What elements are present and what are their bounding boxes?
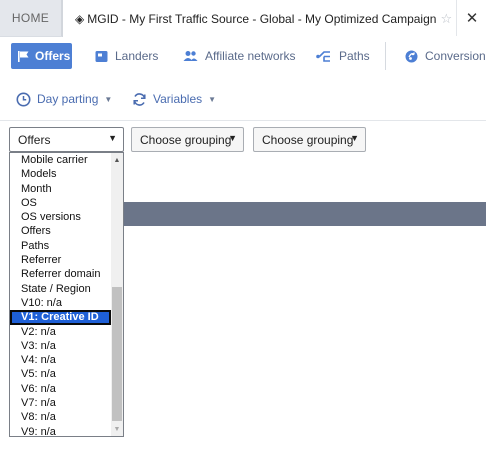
nav-conversions[interactable]: Conversions [405, 43, 486, 69]
dropdown-option[interactable]: V4: n/a [10, 353, 111, 367]
dropdown-option[interactable]: Mobile carrier [10, 153, 111, 167]
dropdown-option[interactable]: V7: n/a [10, 396, 111, 410]
grouping-select-3-value: Choose grouping [262, 132, 354, 147]
chevron-down-icon: ▼ [350, 133, 359, 143]
dropdown-option[interactable]: Paths [10, 239, 111, 253]
day-parting-dropdown[interactable]: Day parting ▼ [16, 88, 112, 110]
dropdown-option[interactable]: Models [10, 167, 111, 181]
dropdown-option[interactable]: Offers [10, 224, 111, 238]
tab-campaign-label: MGID - My First Traffic Source - Global … [87, 11, 437, 26]
grouping-dropdown-list: Mobile carrier Models Month OS OS versions Of… [9, 152, 124, 437]
flag-icon [17, 50, 30, 63]
scroll-up-icon[interactable]: ▲ [111, 154, 123, 166]
dropdown-option[interactable]: State / Region [10, 282, 111, 296]
filter-bar: Day parting ▼ Variables ▼ [0, 78, 486, 121]
chevron-down-icon: ▼ [228, 133, 237, 143]
nav-offers-button[interactable]: Offers [11, 43, 72, 69]
dropdown-option[interactable]: OS [10, 196, 111, 210]
dropdown-option[interactable]: V6: n/a [10, 382, 111, 396]
day-parting-label: Day parting [37, 92, 99, 106]
nav-paths-label: Paths [339, 49, 370, 63]
nav-conversions-label: Conversions [425, 49, 486, 63]
paths-icon [316, 50, 332, 63]
conversions-icon [405, 50, 418, 63]
dropdown-option[interactable]: V5: n/a [10, 367, 111, 381]
nav-paths[interactable]: Paths [316, 43, 370, 69]
dropdown-option[interactable]: V3: n/a [10, 339, 111, 353]
dropdown-option[interactable]: V2: n/a [10, 325, 111, 339]
scroll-down-icon[interactable]: ▼ [111, 423, 123, 435]
dropdown-option[interactable]: Referrer [10, 253, 111, 267]
lander-icon [95, 50, 108, 63]
close-icon[interactable]: ✕ [456, 0, 486, 36]
dropdown-scrollbar[interactable]: ▲ ▼ [111, 153, 123, 436]
nav-divider [385, 42, 386, 70]
star-icon[interactable]: ☆ [440, 11, 452, 27]
tab-campaign[interactable]: ◈ MGID - My First Traffic Source - Globa… [62, 0, 486, 37]
nav-offers-label: Offers [35, 49, 71, 63]
grouping-select-3[interactable]: Choose grouping ▼ [253, 127, 366, 152]
grouping-select-1[interactable]: Offers ▼ [9, 127, 124, 152]
nav-affiliate-networks-label: Affiliate networks [205, 49, 296, 63]
clock-icon [16, 92, 31, 107]
grouping-select-2[interactable]: Choose grouping ▼ [131, 127, 244, 152]
tab-bar: HOME ◈ MGID - My First Traffic Source - … [0, 0, 486, 37]
dropdown-option-selected[interactable]: V1: Creative ID [10, 310, 111, 325]
chevron-down-icon: ▼ [108, 133, 117, 143]
nav-landers[interactable]: Landers [95, 43, 158, 69]
nav-landers-label: Landers [115, 49, 159, 63]
tab-home[interactable]: HOME [0, 0, 62, 36]
main-nav: Offers Landers Affiliate networks Paths … [0, 37, 486, 77]
variables-dropdown[interactable]: Variables ▼ [132, 88, 216, 110]
dropdown-option[interactable]: V9: n/a [10, 425, 111, 436]
scrollbar-thumb[interactable] [112, 287, 122, 421]
diamond-icon: ◈ [75, 11, 85, 26]
dropdown-option[interactable]: OS versions [10, 210, 111, 224]
people-icon [183, 50, 198, 62]
dropdown-option[interactable]: Referrer domain [10, 267, 111, 281]
dropdown-option[interactable]: V10: n/a [10, 296, 111, 310]
dropdown-option[interactable]: Month [10, 182, 111, 196]
nav-affiliate-networks[interactable]: Affiliate networks [183, 43, 296, 69]
grouping-options: Mobile carrier Models Month OS OS versions Of… [10, 153, 111, 436]
refresh-icon [132, 92, 147, 107]
grouping-select-2-value: Choose grouping [140, 132, 232, 147]
chevron-down-icon: ▼ [104, 94, 113, 104]
table-header-band [124, 202, 486, 226]
variables-label: Variables [153, 92, 203, 106]
chevron-down-icon: ▼ [208, 94, 217, 104]
grouping-select-1-value: Offers [18, 132, 51, 147]
dropdown-option[interactable]: V8: n/a [10, 410, 111, 424]
